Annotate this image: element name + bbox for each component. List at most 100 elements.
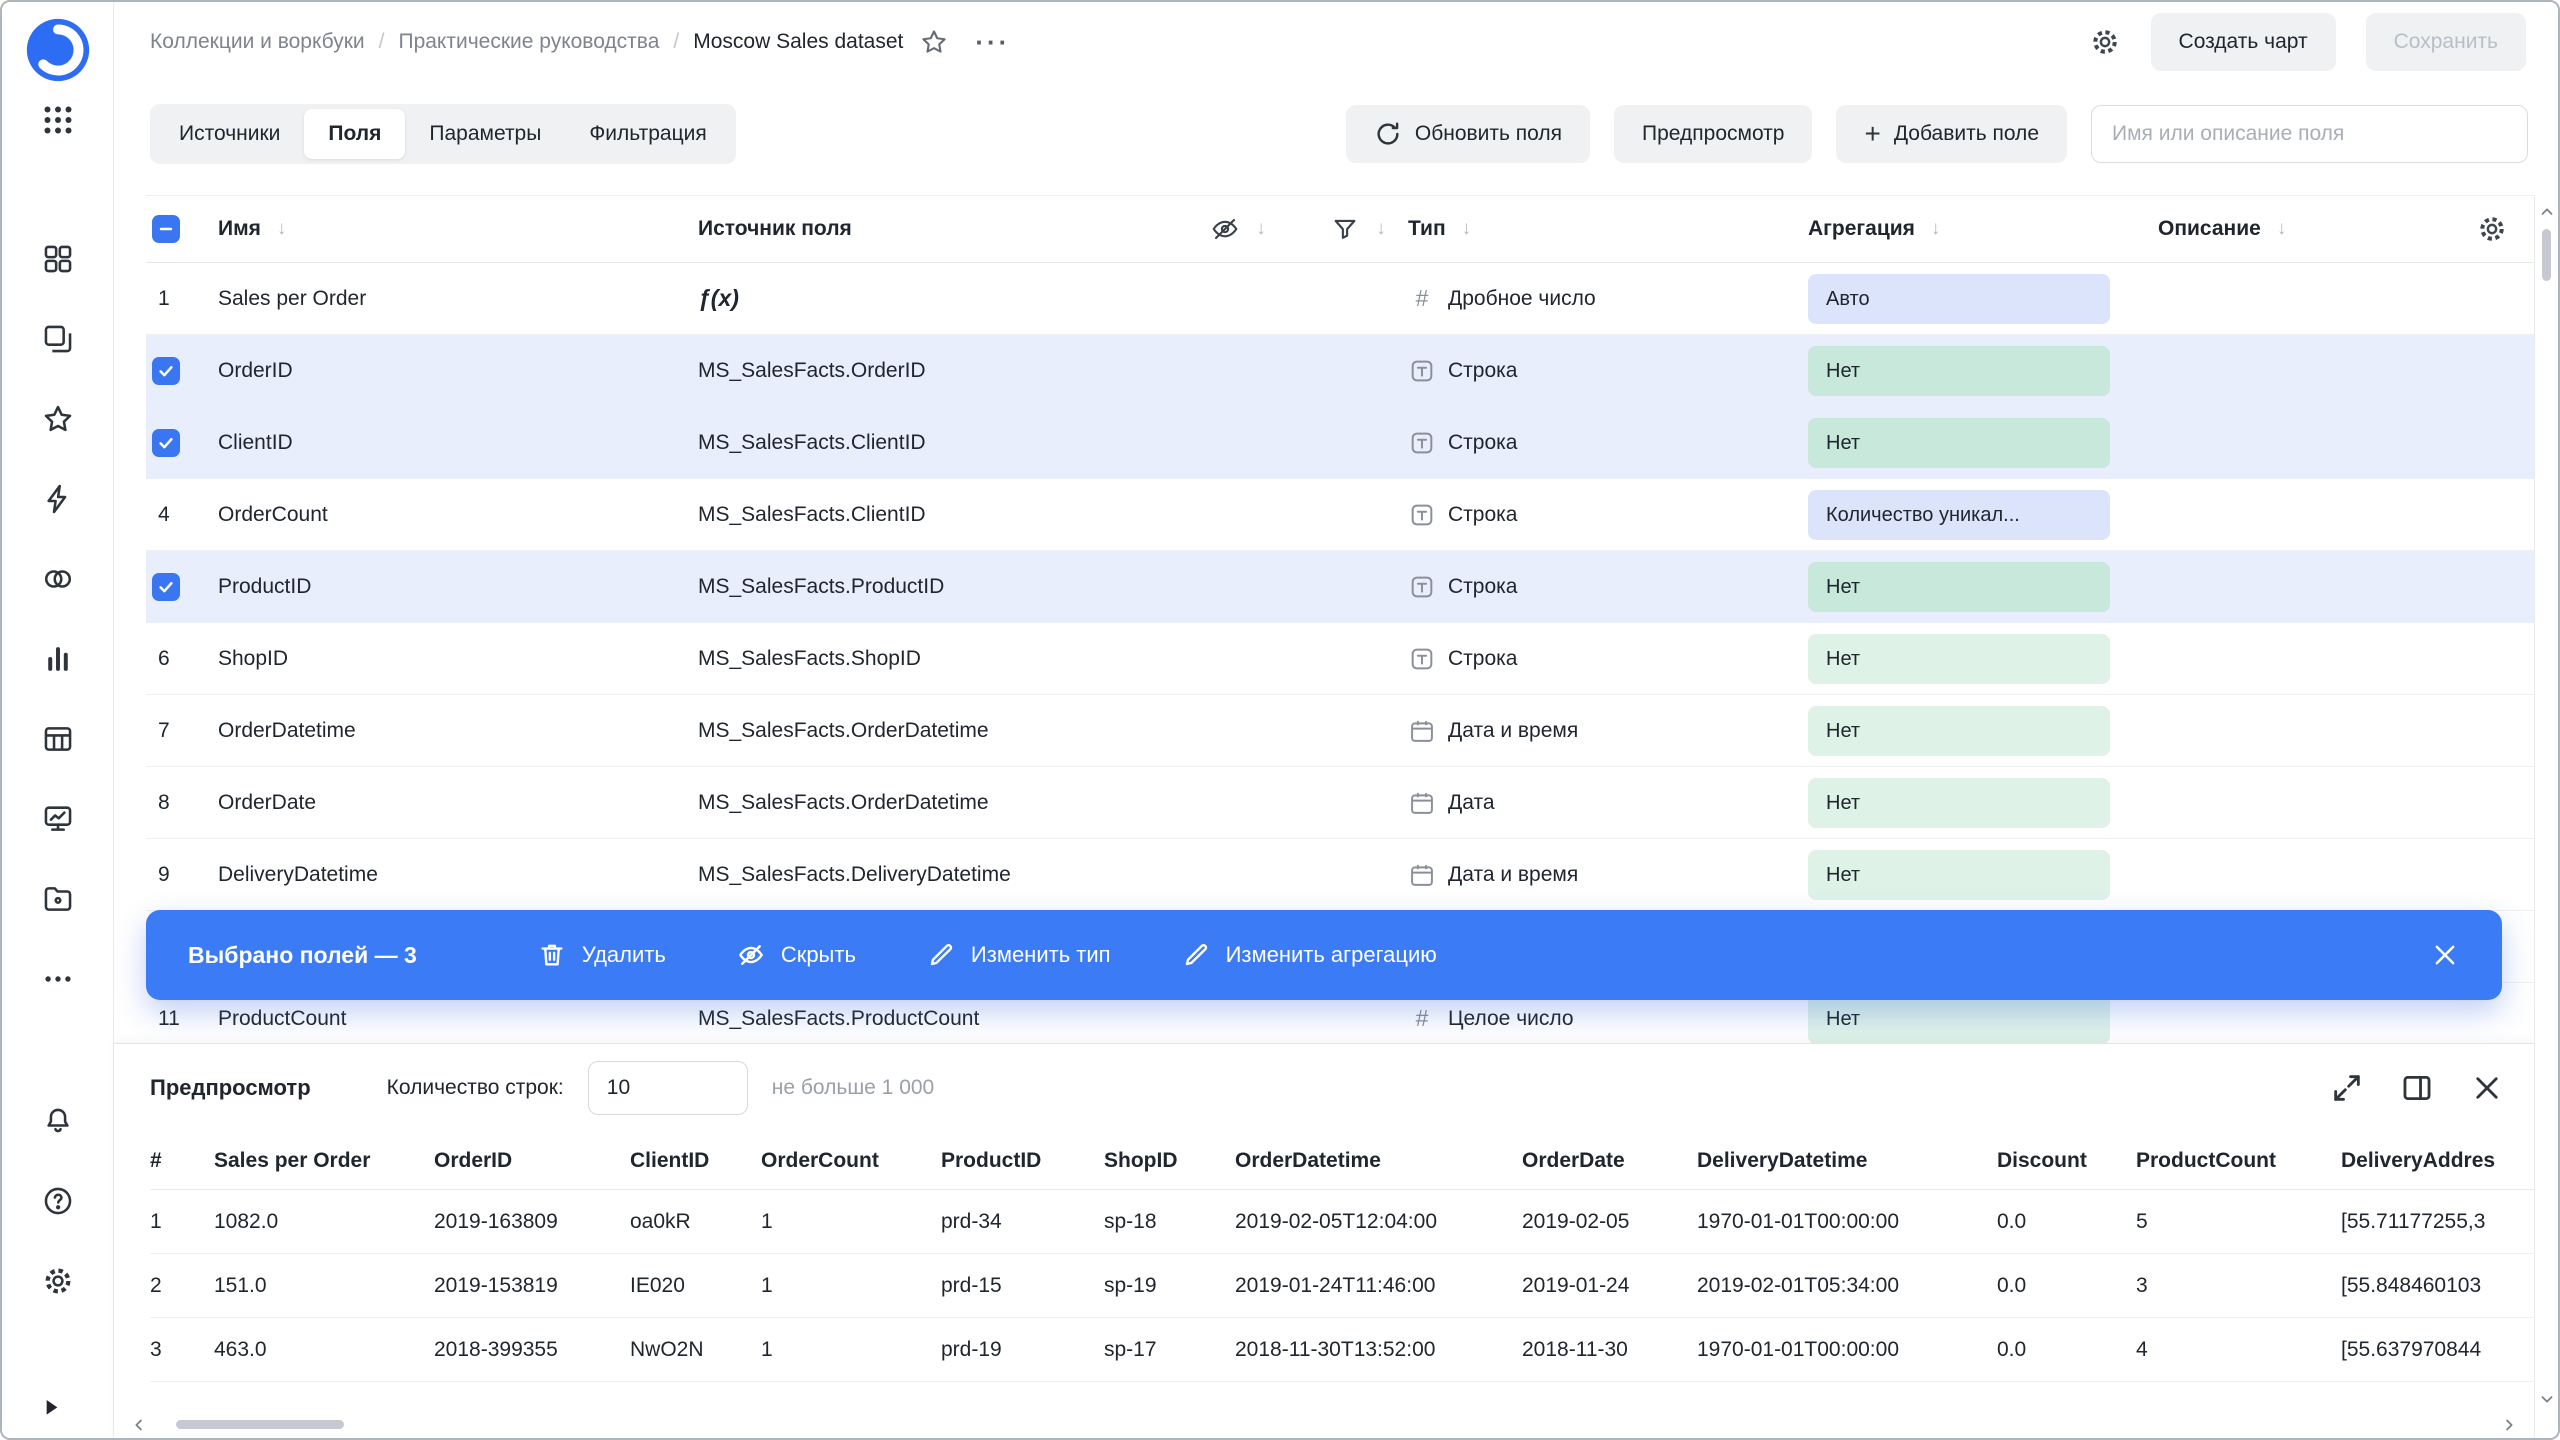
tables-icon[interactable] xyxy=(41,722,75,756)
sort-icon[interactable]: ↓ xyxy=(1462,218,1472,240)
sort-icon[interactable]: ↓ xyxy=(1256,218,1266,240)
field-filter-cell[interactable] xyxy=(1308,335,1408,406)
field-row[interactable]: 1 Sales per Order ƒ(x) # Дробное число Авто xyxy=(146,263,2534,335)
column-header-name[interactable]: Имя ↓ xyxy=(218,196,698,262)
aggregation-select[interactable]: Нет xyxy=(1808,849,2110,900)
field-type-cell[interactable]: Дата и время xyxy=(1408,839,1808,910)
columns-settings-gear-icon[interactable] xyxy=(2476,213,2508,245)
field-source-cell[interactable]: MS_SalesFacts.OrderID xyxy=(698,335,1168,406)
column-header-hidden[interactable]: ↓ xyxy=(1168,196,1308,262)
field-filter-cell[interactable] xyxy=(1308,623,1408,694)
field-filter-cell[interactable] xyxy=(1308,551,1408,622)
column-header-type[interactable]: Тип ↓ xyxy=(1408,196,1808,262)
more-icon[interactable] xyxy=(41,962,75,996)
horizontal-scrollbar[interactable] xyxy=(130,1416,2518,1434)
field-row[interactable]: 4 OrderCount MS_SalesFacts.ClientID Строка К… xyxy=(146,479,2534,551)
row-checkbox-checked[interactable] xyxy=(152,572,180,601)
scroll-left-icon[interactable] xyxy=(130,1416,148,1434)
field-source-cell[interactable]: ƒ(x) xyxy=(698,263,1168,334)
datasets-icon[interactable] xyxy=(41,562,75,596)
field-type-cell[interactable]: Строка xyxy=(1408,551,1808,622)
breadcrumb-item[interactable]: Практические руководства xyxy=(398,30,659,54)
column-header-filter[interactable]: ↓ xyxy=(1308,196,1408,262)
tab-sources[interactable]: Источники xyxy=(155,109,304,159)
sort-icon[interactable]: ↓ xyxy=(2277,218,2287,240)
field-row[interactable]: ProductID MS_SalesFacts.ProductID Строка Не… xyxy=(146,551,2534,623)
field-hidden-cell[interactable] xyxy=(1168,695,1308,766)
field-row[interactable]: 8 OrderDate MS_SalesFacts.OrderDatetime Дат… xyxy=(146,767,2534,839)
field-name-cell[interactable]: ProductID xyxy=(218,551,698,622)
row-checkbox-checked[interactable] xyxy=(152,428,180,457)
field-row[interactable]: ClientID MS_SalesFacts.ClientID Строка Нет xyxy=(146,407,2534,479)
create-chart-button[interactable]: Создать чарт xyxy=(2150,13,2336,71)
field-hidden-cell[interactable] xyxy=(1168,551,1308,622)
aggregation-select[interactable]: Нет xyxy=(1808,705,2110,756)
dataset-settings-gear-icon[interactable] xyxy=(2089,26,2121,58)
field-source-cell[interactable]: MS_SalesFacts.ProductID xyxy=(698,551,1168,622)
field-description-cell[interactable] xyxy=(2158,695,2452,766)
help-icon[interactable] xyxy=(41,1184,75,1218)
aggregation-select[interactable]: Нет xyxy=(1808,777,2110,828)
field-row[interactable]: 6 ShopID MS_SalesFacts.ShopID Строка Нет xyxy=(146,623,2534,695)
field-type-cell[interactable]: Строка xyxy=(1408,407,1808,478)
field-name-cell[interactable]: ClientID xyxy=(218,407,698,478)
dashboards-icon[interactable] xyxy=(41,802,75,836)
scroll-right-icon[interactable] xyxy=(2500,1416,2518,1434)
breadcrumb-more-icon[interactable]: ··· xyxy=(975,29,1010,55)
breadcrumb-item[interactable]: Коллекции и воркбуки xyxy=(150,30,365,54)
preview-dock-icon[interactable] xyxy=(2400,1071,2434,1105)
field-description-cell[interactable] xyxy=(2158,479,2452,550)
field-hidden-cell[interactable] xyxy=(1168,767,1308,838)
field-name-cell[interactable]: ShopID xyxy=(218,623,698,694)
scroll-down-icon[interactable] xyxy=(2538,1390,2556,1408)
collections-icon[interactable] xyxy=(41,242,75,276)
field-name-cell[interactable]: Sales per Order xyxy=(218,263,698,334)
sort-icon[interactable]: ↓ xyxy=(1376,218,1386,240)
aggregation-select[interactable]: Нет xyxy=(1808,633,2110,684)
field-filter-cell[interactable] xyxy=(1308,263,1408,334)
field-row[interactable]: OrderID MS_SalesFacts.OrderID Строка Нет xyxy=(146,335,2534,407)
column-header-aggregation[interactable]: Агрегация ↓ xyxy=(1808,196,2158,262)
connections-icon[interactable] xyxy=(41,482,75,516)
select-all-checkbox[interactable] xyxy=(152,215,180,243)
field-type-cell[interactable]: Дата xyxy=(1408,767,1808,838)
field-source-cell[interactable]: MS_SalesFacts.ClientID xyxy=(698,407,1168,478)
field-search-input[interactable] xyxy=(2091,105,2528,163)
row-checkbox-checked[interactable] xyxy=(152,356,180,385)
preview-rows-input[interactable] xyxy=(587,1061,748,1115)
field-source-cell[interactable]: MS_SalesFacts.OrderDatetime xyxy=(698,695,1168,766)
field-source-cell[interactable]: MS_SalesFacts.ShopID xyxy=(698,623,1168,694)
field-hidden-cell[interactable] xyxy=(1168,335,1308,406)
field-source-cell[interactable]: MS_SalesFacts.ClientID xyxy=(698,479,1168,550)
aggregation-select[interactable]: Нет xyxy=(1808,993,2110,1043)
selection-action-delete[interactable]: Удалить xyxy=(537,940,666,970)
field-filter-cell[interactable] xyxy=(1308,695,1408,766)
sidebar-collapse-icon[interactable] xyxy=(44,1398,60,1418)
sort-icon[interactable]: ↓ xyxy=(277,218,287,240)
secure-folder-icon[interactable] xyxy=(41,882,75,916)
field-description-cell[interactable] xyxy=(2158,839,2452,910)
refresh-fields-button[interactable]: Обновить поля xyxy=(1345,105,1591,163)
field-description-cell[interactable] xyxy=(2158,335,2452,406)
selection-action-change-type[interactable]: Изменить тип xyxy=(926,940,1111,970)
field-description-cell[interactable] xyxy=(2158,263,2452,334)
selection-action-hide[interactable]: Скрыть xyxy=(736,940,856,970)
vertical-scrollbar-thumb[interactable] xyxy=(2542,229,2551,281)
field-description-cell[interactable] xyxy=(2158,623,2452,694)
datalens-logo[interactable] xyxy=(24,16,92,84)
workbooks-icon[interactable] xyxy=(41,322,75,356)
field-type-cell[interactable]: # Дробное число xyxy=(1408,263,1808,334)
field-name-cell[interactable]: OrderCount xyxy=(218,479,698,550)
tab-filtering[interactable]: Фильтрация xyxy=(565,109,730,159)
settings-gear-icon[interactable] xyxy=(41,1264,75,1298)
breadcrumb-item[interactable]: Moscow Sales dataset xyxy=(693,30,903,54)
field-name-cell[interactable]: OrderDate xyxy=(218,767,698,838)
preview-expand-icon[interactable] xyxy=(2330,1071,2364,1105)
field-hidden-cell[interactable] xyxy=(1168,839,1308,910)
scroll-up-icon[interactable] xyxy=(2538,203,2556,221)
field-filter-cell[interactable] xyxy=(1308,479,1408,550)
favorites-icon[interactable] xyxy=(41,402,75,436)
field-type-cell[interactable]: Строка xyxy=(1408,335,1808,406)
preview-close-icon[interactable] xyxy=(2470,1071,2504,1105)
notifications-bell-icon[interactable] xyxy=(41,1104,75,1138)
